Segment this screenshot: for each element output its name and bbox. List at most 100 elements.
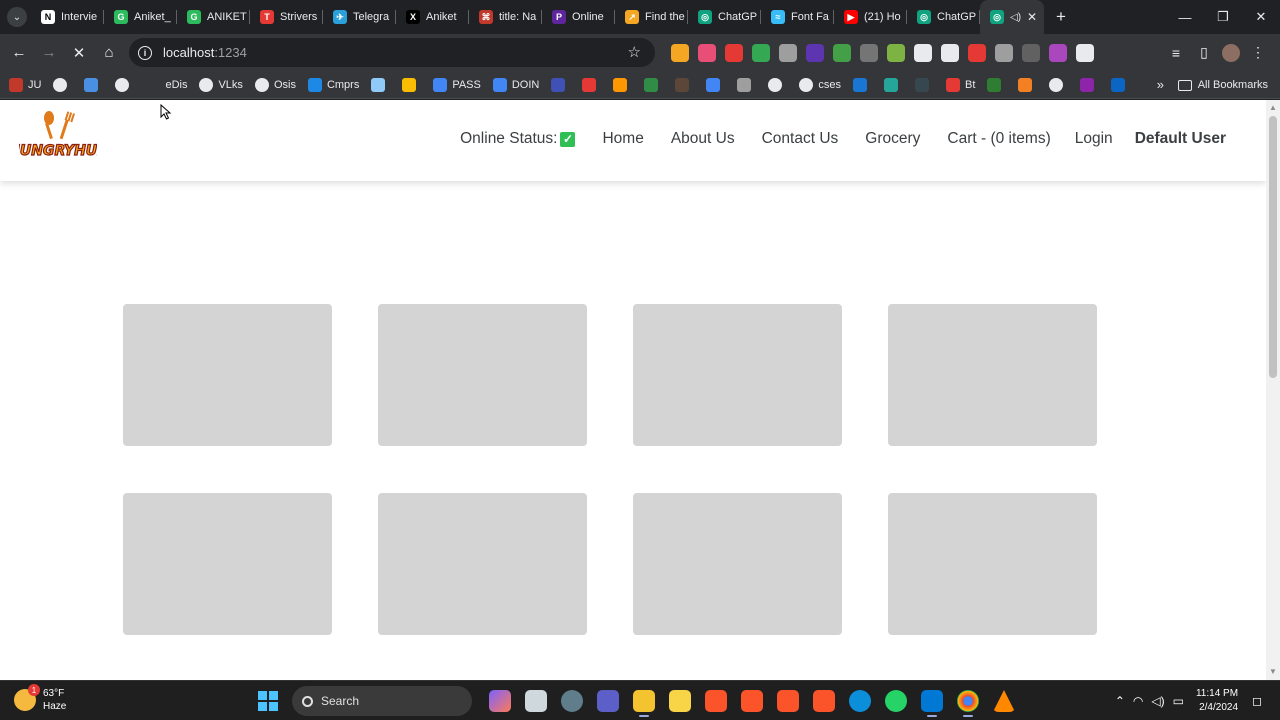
hungry-hub-logo[interactable]: HUNGRYHUB	[19, 111, 97, 163]
tab-close-icon[interactable]: ✕	[1027, 10, 1037, 24]
bookmark-item[interactable]	[675, 77, 694, 92]
bookmark-item[interactable]: JU	[9, 77, 41, 92]
brave-beta-icon[interactable]	[741, 690, 763, 712]
bookmark-item[interactable]: PASS	[433, 77, 481, 92]
browser-tab[interactable]: N Intervie	[31, 0, 104, 34]
back-arrow-icon[interactable]: ←	[4, 38, 34, 68]
battery-icon[interactable]: ▭	[1173, 694, 1184, 708]
brave-icon[interactable]	[705, 690, 727, 712]
extension-icon[interactable]	[914, 43, 932, 62]
sticky-notes-icon[interactable]	[669, 690, 691, 712]
restore-icon[interactable]: ❐	[1204, 0, 1242, 34]
bookmark-item[interactable]	[613, 77, 632, 92]
nav-contact[interactable]: Contact Us	[762, 130, 839, 148]
scroll-down-icon[interactable]: ▼	[1269, 668, 1277, 676]
volume-icon[interactable]: ◁)	[1151, 694, 1164, 708]
vlc-icon[interactable]	[993, 690, 1015, 712]
browser-tab[interactable]: X Aniket	[396, 0, 469, 34]
file-explorer-icon[interactable]	[633, 690, 655, 717]
side-panel-icon[interactable]: ▯	[1190, 39, 1218, 67]
browser-tab[interactable]: T Strivers	[250, 0, 323, 34]
brave-nightly-icon[interactable]	[777, 690, 799, 712]
bookmark-item[interactable]	[582, 77, 601, 92]
settings-gear-icon[interactable]	[561, 690, 583, 712]
nav-about[interactable]: About Us	[671, 130, 735, 148]
browser-tab[interactable]: ≈ Font Fa	[761, 0, 834, 34]
bookmark-item[interactable]: cses	[799, 77, 841, 92]
bookmark-item[interactable]: Cmprs	[307, 77, 359, 92]
forward-arrow-icon[interactable]: →	[34, 38, 64, 68]
extension-icon[interactable]	[779, 43, 797, 62]
browser-tab[interactable]: G ANIKET	[177, 0, 250, 34]
brave-dev-icon[interactable]	[813, 690, 835, 712]
whatsapp-icon[interactable]	[885, 690, 907, 712]
task-view-icon[interactable]	[525, 690, 547, 712]
bookmark-item[interactable]	[706, 77, 725, 92]
address-bar[interactable]: i localhost:1234 ☆	[129, 38, 655, 67]
extension-icon[interactable]	[1049, 43, 1067, 62]
new-tab-plus-icon[interactable]: +	[1056, 7, 1066, 27]
url-text[interactable]: localhost:1234	[163, 45, 247, 60]
extension-icon[interactable]	[698, 43, 716, 62]
browser-tab[interactable]: ▶ (21) Ho	[834, 0, 907, 34]
teams-icon[interactable]	[597, 690, 619, 712]
bookmark-item[interactable]	[1080, 77, 1099, 92]
bookmark-item[interactable]	[1018, 77, 1037, 92]
copilot-icon[interactable]	[489, 690, 511, 712]
scroll-up-icon[interactable]: ▲	[1269, 104, 1277, 112]
extension-icon[interactable]	[752, 43, 770, 62]
bookmark-item[interactable]: Osis	[254, 77, 296, 92]
extension-icon[interactable]	[1076, 43, 1094, 62]
menu-kebab-icon[interactable]: ⋮	[1244, 39, 1272, 67]
bookmark-item[interactable]	[768, 77, 787, 92]
minimize-icon[interactable]: —	[1166, 0, 1204, 34]
notification-bell-icon[interactable]: ◻	[1252, 694, 1262, 708]
profile-avatar[interactable]	[1222, 43, 1240, 62]
site-info-icon[interactable]: i	[138, 45, 152, 60]
browser-tab[interactable]: P Online	[542, 0, 615, 34]
weather-widget[interactable]: 1 63°F Haze	[14, 684, 66, 713]
bookmark-item[interactable]	[644, 77, 663, 92]
bookmark-item[interactable]	[115, 77, 134, 92]
login-button[interactable]: Login	[1075, 130, 1113, 148]
nav-home[interactable]: Home	[602, 130, 643, 148]
window-close-icon[interactable]: ✕	[1242, 0, 1280, 34]
browser-tab[interactable]: ◎ ChatGP	[907, 0, 980, 34]
bookmark-item[interactable]	[53, 77, 72, 92]
nav-grocery[interactable]: Grocery	[865, 130, 920, 148]
bookmark-item[interactable]	[402, 77, 421, 92]
wifi-icon[interactable]: ◠	[1133, 694, 1143, 708]
scroll-thumb[interactable]	[1269, 116, 1277, 378]
bookmark-item[interactable]	[737, 77, 756, 92]
bookmark-item[interactable]	[852, 77, 872, 92]
extension-icon[interactable]	[806, 43, 824, 62]
bookmark-item[interactable]	[883, 77, 903, 92]
extension-icon[interactable]	[995, 43, 1013, 62]
extension-icon[interactable]	[833, 43, 851, 62]
home-icon[interactable]: ⌂	[94, 38, 124, 68]
clock[interactable]: 11:14 PM 2/4/2024	[1196, 687, 1238, 715]
bookmarks-overflow-icon[interactable]: »	[1157, 77, 1164, 92]
extension-icon[interactable]	[860, 43, 878, 62]
extension-icon[interactable]	[725, 43, 743, 62]
bookmark-item[interactable]: Bt	[945, 77, 975, 92]
bookmark-star-icon[interactable]: ☆	[628, 43, 641, 61]
active-tab[interactable]: ◎ ◁) ✕	[980, 0, 1044, 34]
tray-chevron-icon[interactable]: ⌃	[1115, 694, 1125, 708]
edge-icon[interactable]	[849, 690, 871, 712]
bookmark-item[interactable]	[84, 77, 103, 92]
bookmark-item[interactable]	[1111, 77, 1130, 92]
all-bookmarks-button[interactable]: All Bookmarks	[1177, 71, 1268, 99]
bookmark-item[interactable]: DOIN	[492, 77, 539, 92]
extension-icon[interactable]	[671, 43, 689, 62]
browser-tab[interactable]: ✈ Telegra	[323, 0, 396, 34]
page-scrollbar[interactable]: ▲ ▼	[1266, 100, 1280, 680]
reading-list-icon[interactable]: ≡	[1162, 39, 1190, 67]
windows-start-icon[interactable]	[258, 691, 278, 711]
bookmark-item[interactable]	[371, 77, 390, 92]
bookmark-item[interactable]	[1049, 77, 1068, 92]
browser-tab[interactable]: ⌘ title: Na	[469, 0, 542, 34]
bookmark-item[interactable]: VLks	[199, 77, 243, 92]
bookmark-item[interactable]: eDis	[146, 77, 187, 92]
browser-tab[interactable]: G Aniket_	[104, 0, 177, 34]
